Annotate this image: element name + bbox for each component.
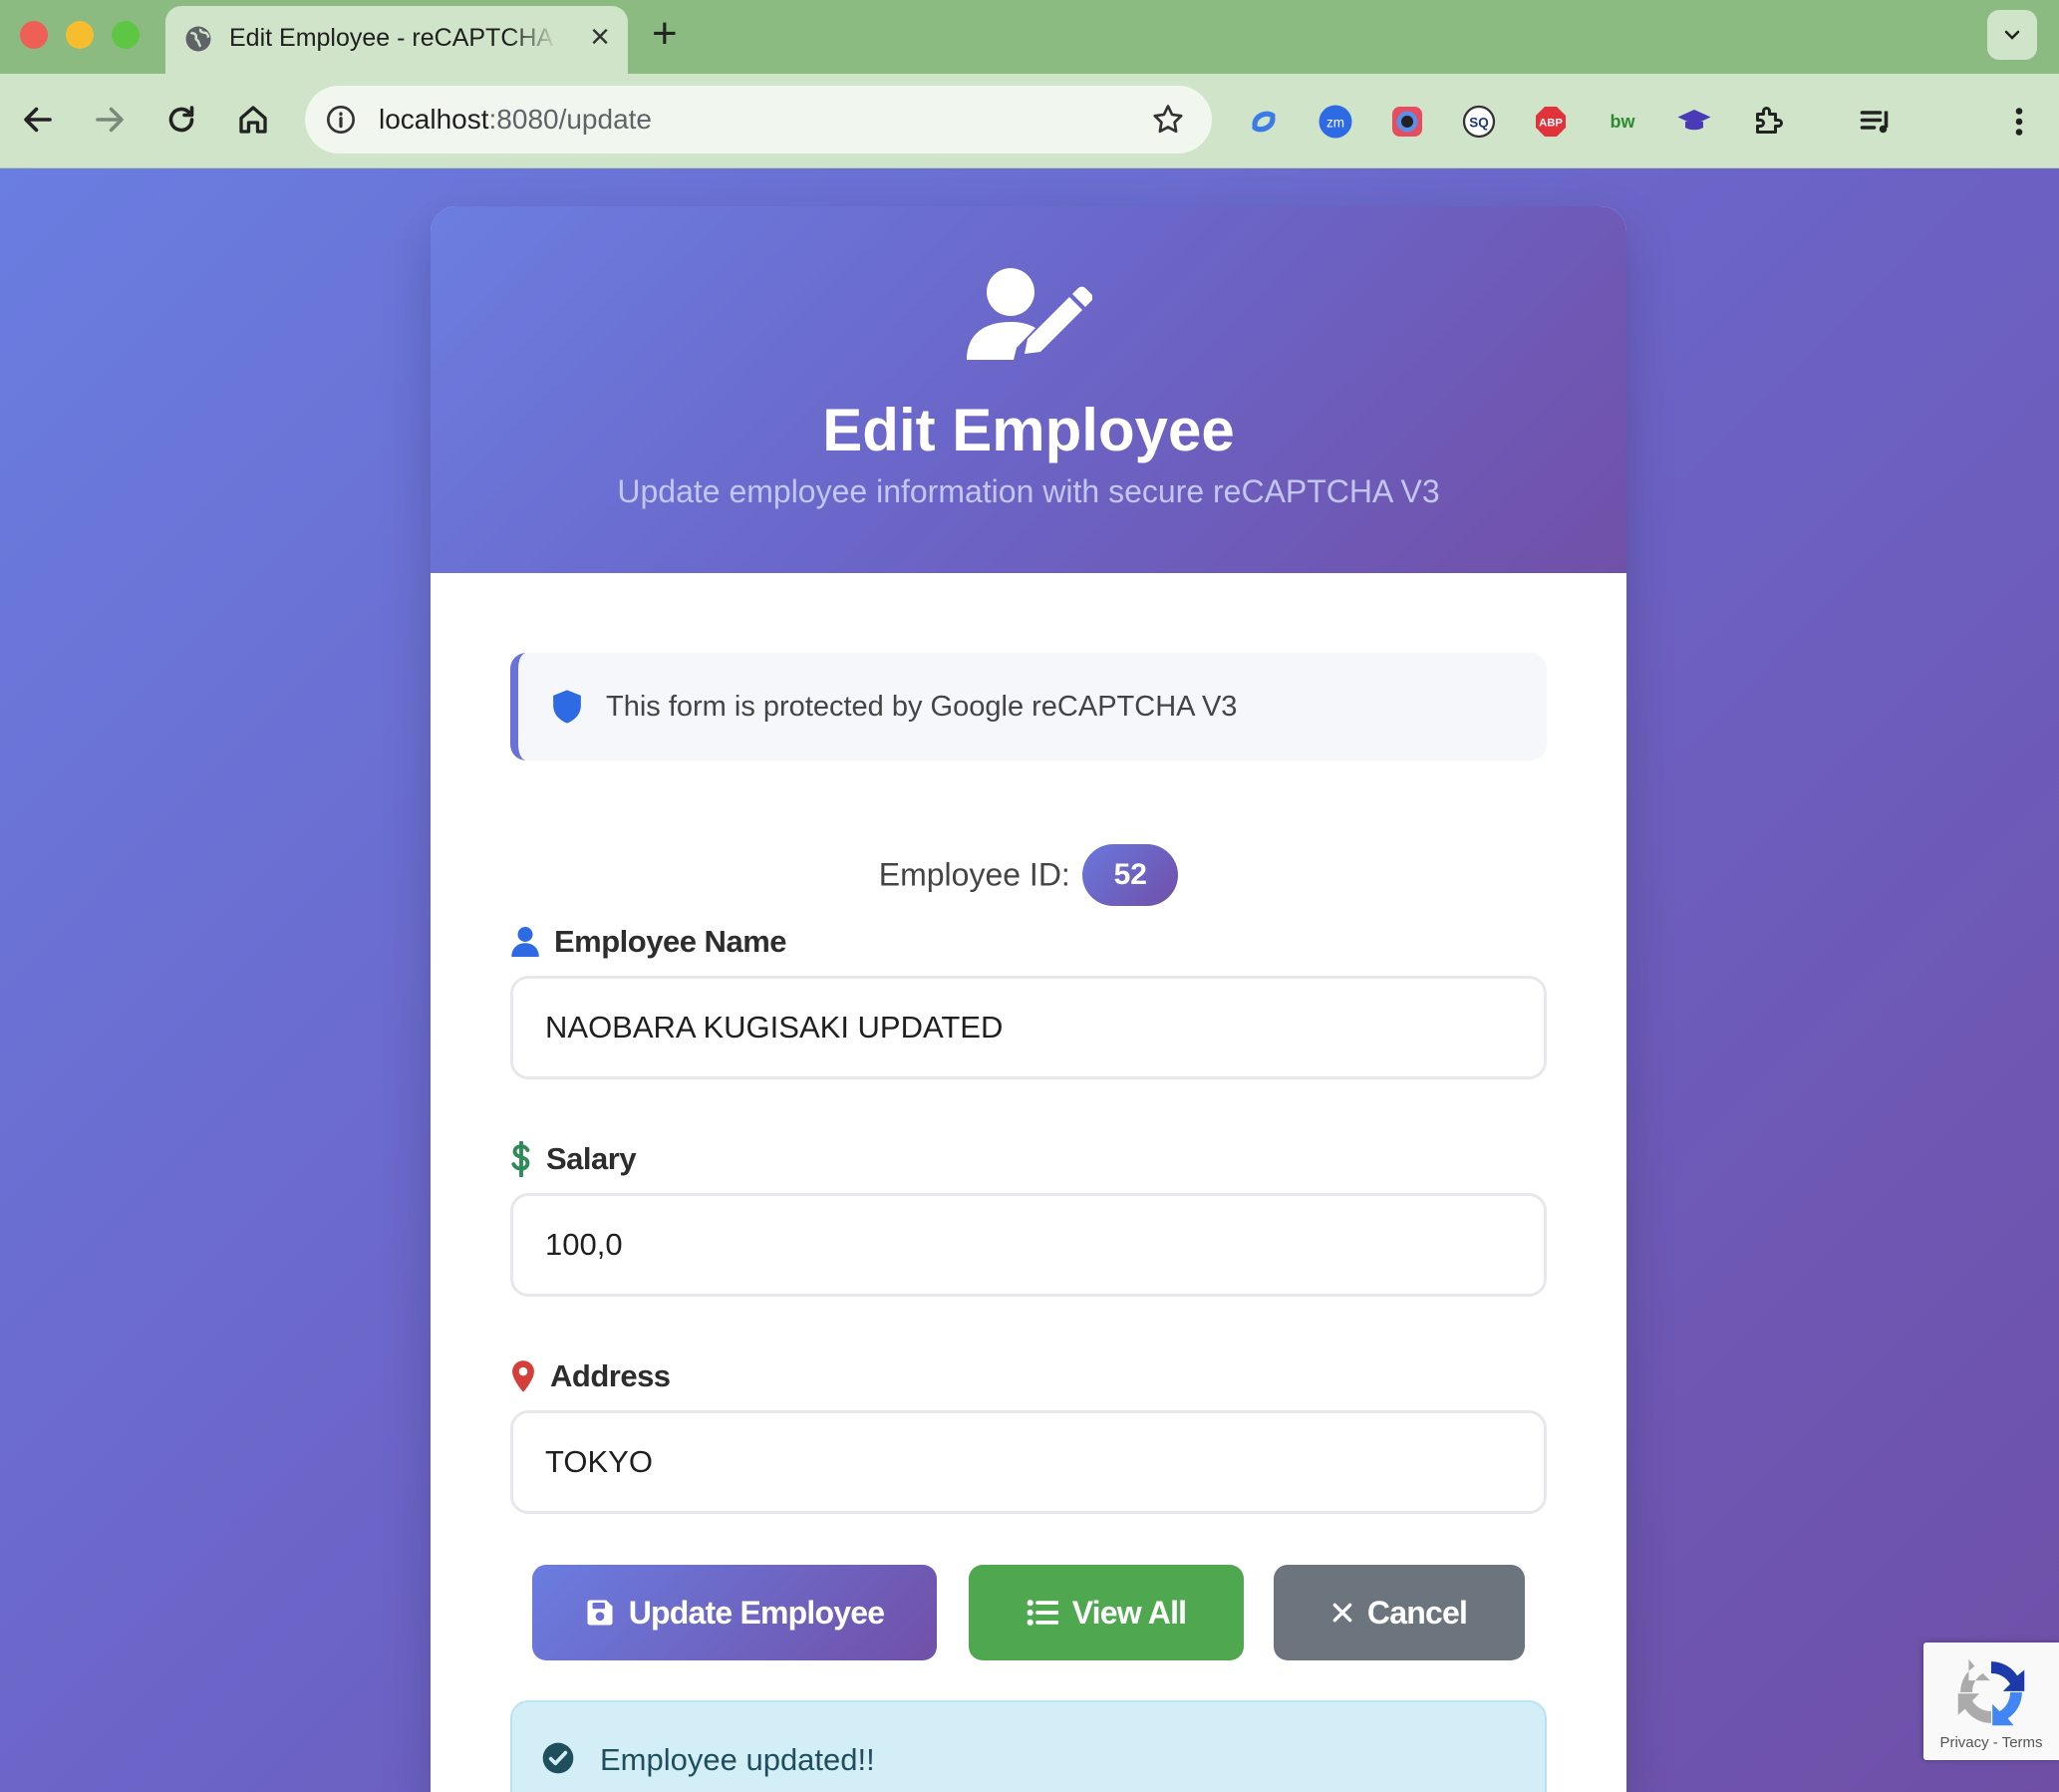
tab-search-button[interactable] bbox=[1987, 10, 2037, 60]
page-title: Edit Employee bbox=[822, 397, 1235, 463]
recaptcha-link-separator: - bbox=[1988, 1734, 2002, 1751]
extensions-puzzle-icon[interactable] bbox=[1750, 104, 1786, 140]
recaptcha-badge[interactable]: Privacy - Terms bbox=[1923, 1643, 2059, 1760]
salary-label: Salary bbox=[510, 1141, 637, 1177]
employee-name-input[interactable] bbox=[510, 976, 1547, 1079]
address-input[interactable] bbox=[510, 1410, 1547, 1514]
extension-swirl-icon[interactable] bbox=[1246, 104, 1282, 140]
recaptcha-privacy-link[interactable]: Privacy bbox=[1939, 1734, 1988, 1751]
cancel-label: Cancel bbox=[1366, 1594, 1468, 1631]
graduation-cap-icon[interactable] bbox=[1676, 104, 1712, 140]
url-path: :8080/update bbox=[488, 104, 653, 135]
card-header: Edit Employee Update employee informatio… bbox=[431, 206, 1626, 573]
salary-input[interactable] bbox=[510, 1193, 1547, 1297]
minimize-window-button[interactable] bbox=[66, 21, 94, 49]
screen-recorder-icon[interactable] bbox=[1389, 104, 1425, 140]
new-tab-plus-icon[interactable]: + bbox=[652, 12, 678, 56]
globe-icon bbox=[185, 26, 211, 52]
page-subtitle: Update employee information with secure … bbox=[617, 473, 1440, 509]
edit-employee-card: Edit Employee Update employee informatio… bbox=[431, 206, 1626, 1792]
floppy-disk-icon bbox=[587, 1600, 613, 1626]
adblock-plus-icon[interactable]: ABP bbox=[1533, 104, 1569, 140]
update-employee-label: Update Employee bbox=[628, 1594, 885, 1631]
zoom-extension-icon[interactable]: zm bbox=[1318, 104, 1353, 140]
x-icon bbox=[1332, 1603, 1352, 1623]
close-window-button[interactable] bbox=[20, 21, 48, 49]
svg-text:ABP: ABP bbox=[1539, 118, 1563, 130]
svg-text:bw: bw bbox=[1611, 112, 1636, 132]
bw-extension-icon[interactable]: bw bbox=[1605, 104, 1640, 140]
address-label-text: Address bbox=[550, 1358, 671, 1393]
salary-label-text: Salary bbox=[546, 1141, 637, 1176]
address-label: Address bbox=[510, 1358, 671, 1394]
seo-extension-icon[interactable]: SQ bbox=[1461, 104, 1497, 140]
success-alert: Employee updated!! bbox=[510, 1700, 1547, 1792]
maximize-window-button[interactable] bbox=[112, 21, 140, 49]
update-employee-button[interactable]: Update Employee bbox=[532, 1565, 937, 1660]
home-icon[interactable] bbox=[235, 102, 271, 138]
user-edit-icon bbox=[967, 268, 1092, 360]
reload-icon[interactable] bbox=[163, 102, 199, 138]
browser-toolbar: localhost:8080/update zm SQ ABP bw 26 bbox=[0, 74, 2059, 219]
dollar-icon bbox=[511, 1141, 530, 1177]
list-icon bbox=[1027, 1600, 1058, 1626]
employee-id-badge: 52 bbox=[1082, 844, 1179, 906]
reading-list-icon[interactable] bbox=[1858, 104, 1894, 140]
user-icon bbox=[511, 927, 539, 957]
chevron-down-icon bbox=[2004, 30, 2020, 40]
url-host: localhost bbox=[379, 104, 489, 135]
employee-id-label: Employee ID: bbox=[878, 856, 1070, 893]
forward-arrow-icon[interactable] bbox=[92, 102, 128, 138]
tab-title: Edit Employee - reCAPTCHA V3 bbox=[229, 24, 558, 52]
notice-text: This form is protected by Google reCAPTC… bbox=[606, 691, 1238, 723]
recaptcha-notice: This form is protected by Google reCAPTC… bbox=[510, 653, 1547, 760]
more-menu-icon[interactable] bbox=[2001, 104, 2037, 140]
back-arrow-icon[interactable] bbox=[20, 102, 56, 138]
recaptcha-terms-link[interactable]: Terms bbox=[2002, 1734, 2043, 1751]
employee-name-label-text: Employee Name bbox=[554, 924, 787, 959]
active-tab[interactable]: Edit Employee - reCAPTCHA V3 × bbox=[165, 6, 628, 74]
check-circle-icon bbox=[542, 1742, 574, 1774]
recaptcha-logo-icon bbox=[1957, 1658, 2025, 1726]
shield-icon bbox=[553, 690, 581, 724]
alert-text: Employee updated!! bbox=[600, 1742, 875, 1777]
browser-tab-bar: Edit Employee - reCAPTCHA V3 × + bbox=[0, 0, 2059, 74]
svg-text:SQ: SQ bbox=[1469, 115, 1489, 130]
site-info-icon[interactable] bbox=[325, 104, 357, 136]
employee-id-row: Employee ID: 52 bbox=[431, 844, 1626, 908]
cancel-button[interactable]: Cancel bbox=[1274, 1565, 1525, 1660]
tab-close-icon[interactable]: × bbox=[590, 20, 610, 54]
address-bar[interactable]: localhost:8080/update bbox=[305, 86, 1212, 153]
view-all-label: View All bbox=[1071, 1594, 1187, 1631]
map-pin-icon bbox=[512, 1360, 534, 1392]
view-all-button[interactable]: View All bbox=[969, 1565, 1244, 1660]
employee-name-label: Employee Name bbox=[510, 924, 787, 960]
url-text[interactable]: localhost:8080/update bbox=[379, 104, 652, 136]
svg-text:zm: zm bbox=[1326, 115, 1344, 130]
recaptcha-links: Privacy - Terms bbox=[1923, 1734, 2059, 1751]
bookmark-star-icon[interactable] bbox=[1150, 102, 1186, 138]
